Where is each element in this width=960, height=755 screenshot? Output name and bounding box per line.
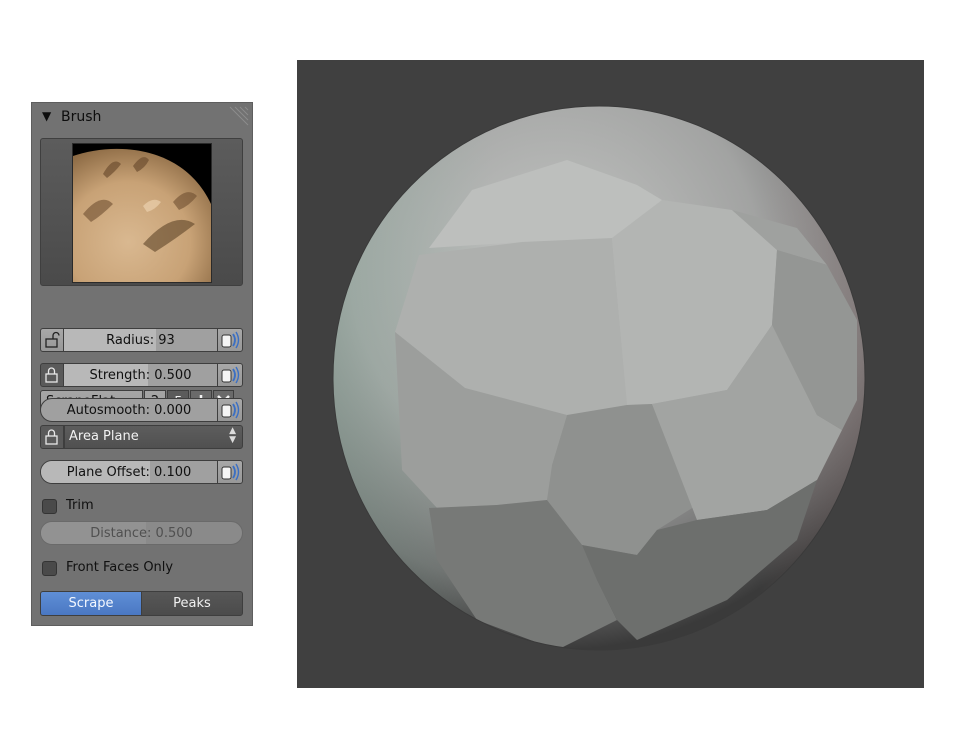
radius-label: Radius: 93 (106, 333, 175, 348)
plane-offset-pressure-button[interactable] (217, 460, 243, 484)
lock-icon (45, 367, 58, 383)
area-plane-value: Area Plane (69, 429, 139, 444)
radius-slider[interactable]: Radius: 93 (63, 328, 218, 352)
panel-drag-grip[interactable] (228, 105, 250, 127)
scrape-mode-button[interactable]: Scrape (40, 591, 142, 616)
autosmooth-pressure-button[interactable] (217, 398, 243, 422)
front-faces-only-checkbox[interactable] (42, 561, 57, 576)
triangle-down-icon[interactable]: ▼ (42, 109, 51, 123)
distance-slider[interactable]: Distance: 0.500 (40, 521, 243, 545)
3d-viewport[interactable] (297, 60, 924, 688)
distance-label: Distance: 0.500 (90, 526, 193, 541)
radius-row: Radius: 93 (40, 328, 243, 352)
strength-slider[interactable]: Strength: 0.500 (63, 363, 218, 387)
panel-header[interactable]: ▼ Brush (32, 103, 252, 131)
panel-title: Brush (61, 109, 102, 125)
autosmooth-slider[interactable]: Autosmooth: 0.000 (40, 398, 218, 422)
strength-label: Strength: 0.500 (89, 368, 192, 383)
plane-offset-label: Plane Offset: 0.100 (66, 465, 192, 480)
pen-pressure-icon (221, 331, 240, 349)
strength-pressure-button[interactable] (217, 363, 243, 387)
unlock-icon (45, 331, 60, 348)
area-plane-dropdown[interactable]: Area Plane ▲ ▼ (64, 425, 243, 449)
autosmooth-label: Autosmooth: 0.000 (66, 403, 192, 418)
peaks-mode-button[interactable]: Peaks (141, 591, 243, 616)
pen-pressure-icon (221, 463, 240, 481)
area-plane-lock-button[interactable] (40, 425, 64, 449)
strength-unit-lock-button[interactable] (40, 363, 64, 387)
brush-panel: ▼ Brush Radius: 93 Strength: 0.500 Autos… (31, 102, 253, 626)
plane-offset-row: Plane Offset: 0.100 (40, 460, 243, 484)
radius-pressure-button[interactable] (217, 328, 243, 352)
pen-pressure-icon (221, 401, 240, 419)
radius-unit-lock-button[interactable] (40, 328, 64, 352)
trim-checkbox[interactable] (42, 499, 57, 514)
brush-thumbnail[interactable] (72, 143, 212, 283)
lock-icon (45, 429, 58, 445)
area-plane-row: Area Plane ▲ ▼ (40, 425, 243, 449)
pen-pressure-icon (221, 366, 240, 384)
up-down-arrows-icon: ▲ ▼ (229, 426, 236, 445)
strength-row: Strength: 0.500 (40, 363, 243, 387)
autosmooth-row: Autosmooth: 0.000 (40, 398, 243, 422)
front-faces-only-label: Front Faces Only (66, 560, 174, 575)
brush-preview-selector[interactable] (40, 138, 243, 286)
sculpted-sphere (332, 105, 866, 651)
plane-offset-slider[interactable]: Plane Offset: 0.100 (40, 460, 218, 484)
trim-label: Trim (66, 498, 94, 513)
